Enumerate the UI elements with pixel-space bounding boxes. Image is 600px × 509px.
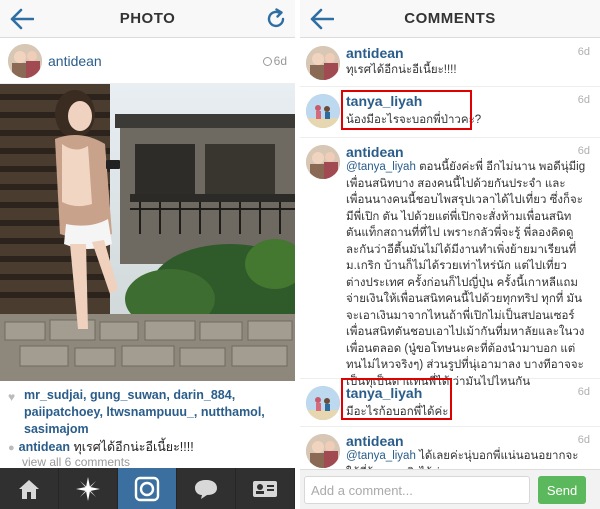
explore-icon (76, 476, 100, 501)
comment-time: 6d (577, 145, 590, 157)
avatar[interactable] (306, 386, 340, 420)
caption-text: ทุเรศได้อีกน่ะอีเนี้ยะ!!!! (73, 440, 194, 454)
comment-item: antidean 6d ทุเรศได้อีกน่ะอีเนี้ยะ!!!! (300, 40, 600, 87)
heart-icon: ♥ (8, 390, 16, 404)
comment-item: antidean 6d @tanya_liyah ตอนนี้ยังค่ะพี่… (300, 139, 600, 388)
activity-icon (195, 479, 217, 499)
post-header: antidean 6d (0, 38, 295, 84)
tab-home[interactable] (0, 468, 59, 509)
comment-mention[interactable]: @tanya_liyah (346, 161, 416, 173)
avatar[interactable] (306, 94, 340, 128)
post-username[interactable]: antidean (48, 53, 102, 69)
comment-username[interactable]: antidean (346, 433, 404, 449)
refresh-icon[interactable] (265, 8, 287, 30)
comment-username[interactable]: antidean (346, 144, 404, 160)
camera-icon (134, 476, 160, 501)
tab-profile[interactable] (236, 468, 295, 509)
liked-by-usernames[interactable]: mr_sudjai, gung_suwan, darin_884, paiipa… (24, 387, 290, 438)
bottom-tab-bar (0, 468, 295, 509)
comment-time: 6d (577, 386, 590, 398)
comment-time: 6d (577, 94, 590, 106)
avatar[interactable] (306, 145, 340, 179)
comment-text: ทุเรศได้อีกน่ะอีเนี้ยะ!!!! (346, 64, 457, 76)
post-photo[interactable] (0, 84, 295, 381)
comment-text-block: @tanya_liyah ตอนนี้ยังค่ะพี่ อีกไม่นาน พ… (346, 159, 586, 390)
page-title: PHOTO (119, 10, 176, 27)
comment-time: 6d (577, 46, 590, 58)
tab-activity[interactable] (177, 468, 236, 509)
view-all-comments-link[interactable]: view all 6 comments (22, 455, 130, 469)
comment-time: 6d (577, 434, 590, 446)
comments-header-bar: COMMENTS (300, 0, 600, 38)
likes-list: ♥ mr_sudjai, gung_suwan, darin_884, paii… (8, 387, 290, 438)
comment-composer: Send (300, 469, 600, 509)
comment-text: ตอนนี้ยังค่ะพี่ อีกไม่นาน พอดีนุ่มีig เพ… (346, 161, 586, 388)
tab-explore[interactable] (59, 468, 118, 509)
comment-bubble-icon: ● (8, 442, 15, 454)
highlight-box (341, 90, 472, 130)
post-time: 6d (262, 54, 287, 68)
post-time-value: 6d (273, 54, 287, 68)
profile-icon (253, 480, 277, 497)
comment-item: tanya_liyah 6d มีอะไรก้อบอกพี่ได้ค่ะ (300, 378, 600, 427)
avatar[interactable] (306, 434, 340, 468)
caption-username[interactable]: antidean (19, 440, 70, 454)
home-icon (19, 479, 39, 499)
comment-input[interactable] (304, 476, 530, 504)
avatar[interactable] (306, 46, 340, 80)
page-title: COMMENTS (404, 10, 496, 27)
send-button[interactable]: Send (538, 476, 586, 504)
tab-camera[interactable] (118, 468, 177, 509)
avatar[interactable] (8, 44, 42, 78)
photo-header-bar: PHOTO (0, 0, 295, 38)
highlight-box (341, 378, 452, 420)
comments-screen: COMMENTS antidean 6d ทุเรศได้อีกน่ะอีเนี… (300, 0, 600, 509)
comment-mention[interactable]: @tanya_liyah (346, 450, 416, 462)
post-caption: ● antidean ทุเรศได้อีกน่ะอีเนี้ยะ!!!! (8, 437, 290, 457)
comment-username[interactable]: antidean (346, 45, 404, 61)
clock-icon (262, 57, 272, 66)
comment-item: tanya_liyah 6d น้องมีอะไรจะบอกพี่ป่าวคะ? (300, 88, 600, 138)
photo-screen: PHOTO antidean 6d ♥ mr_sudjai, gung_suwa… (0, 0, 295, 509)
